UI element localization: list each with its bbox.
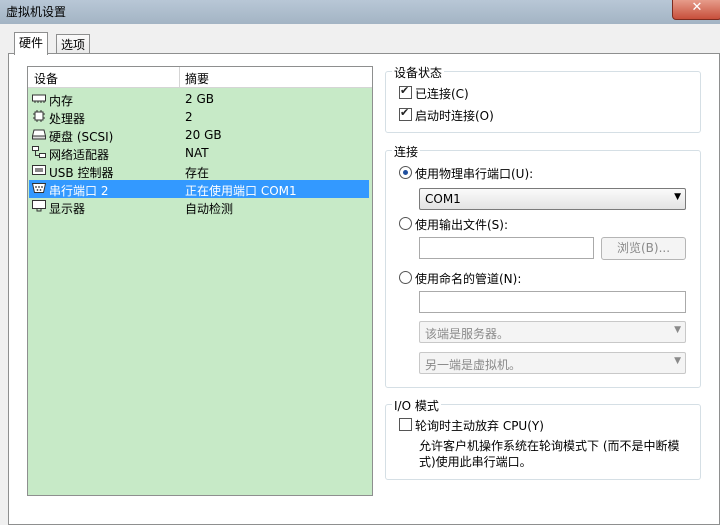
device-row-processor[interactable]: 处理器 2 [29, 108, 369, 126]
physical-port-label[interactable]: 使用物理串行端口(U): [415, 165, 533, 182]
pipe-other-end-select[interactable]: 另一端是虚拟机。 ▼ [419, 352, 686, 374]
device-row-harddisk[interactable]: 硬盘 (SCSI) 20 GB [29, 126, 369, 144]
pipe-this-end-select[interactable]: 该端是服务器。 ▼ [419, 321, 686, 343]
connect-at-power-on-checkbox[interactable] [399, 106, 412, 121]
device-name: 处理器 [49, 112, 86, 126]
window-title: 虚拟机设置 [6, 5, 67, 19]
chevron-down-icon: ▼ [674, 325, 681, 335]
device-status-legend: 设备状态 [392, 64, 445, 81]
device-name: 显示器 [49, 202, 86, 216]
column-device[interactable]: 设备 [34, 70, 58, 87]
device-summary: 正在使用端口 COM1 [185, 184, 297, 198]
output-file-input[interactable] [419, 237, 594, 259]
connected-checkbox[interactable] [399, 84, 412, 99]
physical-port-select[interactable]: COM1 ▼ [419, 188, 686, 210]
usb-icon [32, 165, 46, 175]
close-button[interactable]: ✕ [672, 0, 720, 20]
device-row-network[interactable]: 网络适配器 NAT [29, 144, 369, 162]
device-row-serial-port[interactable]: 串行端口 2 正在使用端口 COM1 [29, 180, 369, 198]
physical-port-value: COM1 [425, 192, 461, 206]
output-file-label[interactable]: 使用输出文件(S): [415, 216, 508, 233]
device-name: 网络适配器 [49, 148, 110, 162]
connected-label[interactable]: 已连接(C) [415, 85, 469, 102]
yield-cpu-checkbox[interactable] [399, 418, 412, 431]
device-name: USB 控制器 [49, 166, 114, 180]
pipe-this-end-value: 该端是服务器。 [425, 327, 510, 341]
io-mode-legend: I/O 模式 [392, 397, 441, 414]
title-bar: 虚拟机设置 [0, 0, 720, 24]
io-mode-description: 允许客户机操作系统在轮询模式下 (而不是中断模 [419, 439, 680, 453]
harddisk-icon [32, 129, 46, 140]
pipe-other-end-value: 另一端是虚拟机。 [425, 358, 522, 372]
connect-at-power-on-label[interactable]: 启动时连接(O) [415, 107, 494, 124]
device-summary: NAT [185, 146, 209, 160]
device-summary: 2 [185, 110, 193, 124]
device-row-memory[interactable]: 内存 2 GB [29, 90, 369, 108]
device-row-display[interactable]: 显示器 自动检测 [29, 198, 369, 216]
named-pipe-radio[interactable] [399, 271, 412, 284]
column-summary[interactable]: 摘要 [185, 70, 209, 87]
device-name: 硬盘 (SCSI) [49, 130, 114, 144]
tab-options[interactable]: 选项 [56, 34, 91, 55]
named-pipe-label[interactable]: 使用命名的管道(N): [415, 270, 521, 287]
connection-legend: 连接 [392, 143, 421, 160]
device-summary: 20 GB [185, 128, 222, 142]
device-name: 内存 [49, 94, 74, 108]
device-summary: 存在 [185, 166, 210, 180]
chevron-down-icon: ▼ [674, 192, 681, 202]
processor-icon [33, 110, 45, 122]
chevron-down-icon: ▼ [674, 356, 681, 366]
tab-options-label: 选项 [61, 38, 86, 52]
device-summary: 自动检测 [185, 202, 234, 216]
tab-hardware-label: 硬件 [19, 36, 44, 50]
browse-button[interactable]: 浏览(B)... [601, 237, 686, 260]
output-file-radio[interactable] [399, 217, 412, 230]
device-row-usb[interactable]: USB 控制器 存在 [29, 162, 369, 180]
memory-icon [32, 94, 46, 103]
tab-hardware[interactable]: 硬件 [14, 32, 49, 55]
physical-port-radio[interactable] [399, 166, 412, 179]
column-separator [179, 67, 180, 87]
device-summary: 2 GB [185, 92, 214, 106]
serial-port-icon [32, 183, 46, 193]
network-icon [32, 146, 46, 158]
device-list[interactable]: 设备 摘要 内存 2 GB 处理器 2 硬盘 (SCSI) 20 GB 网络适配… [27, 66, 373, 496]
yield-cpu-label[interactable]: 轮询时主动放弃 CPU(Y) [415, 417, 544, 434]
device-list-header: 设备 摘要 [28, 67, 372, 88]
device-name: 串行端口 2 [49, 184, 109, 198]
io-mode-description-2: 式)使用此串行端口。 [419, 455, 532, 469]
named-pipe-input[interactable] [419, 291, 686, 313]
display-icon [32, 200, 46, 212]
